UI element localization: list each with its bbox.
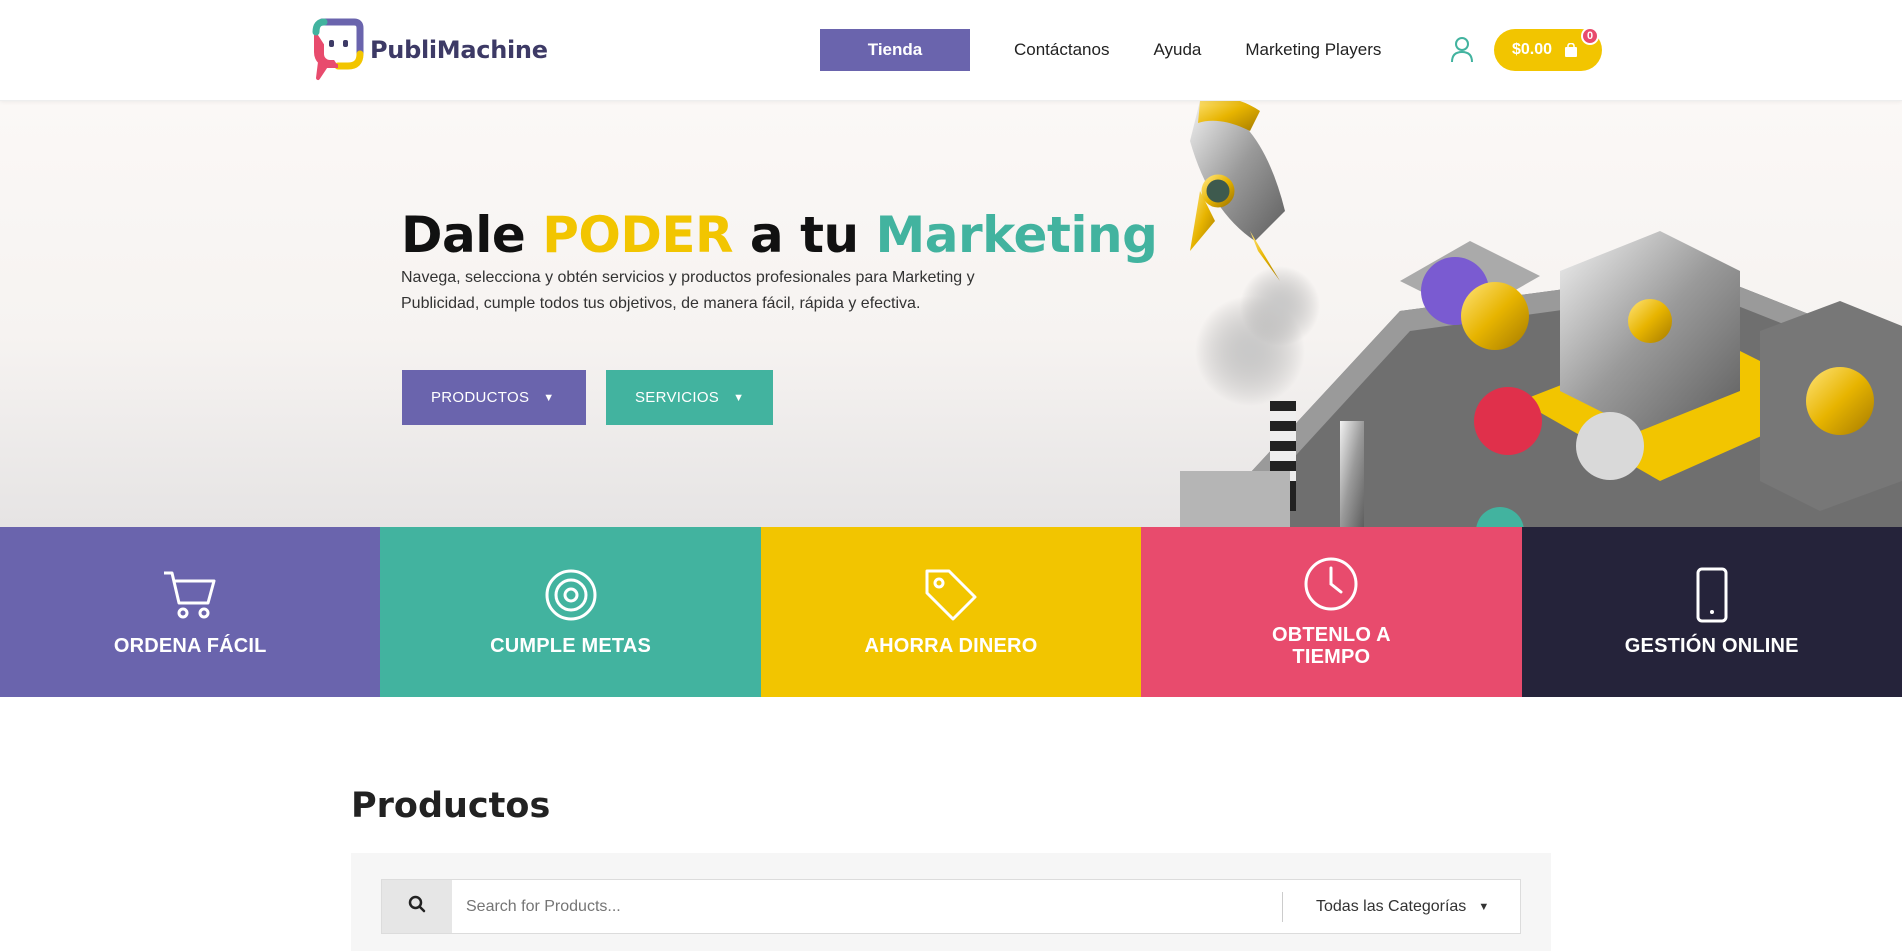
cart-icon	[162, 567, 218, 623]
nav-ayuda[interactable]: Ayuda	[1153, 29, 1201, 71]
feature-label: GESTIÓN ONLINE	[1624, 635, 1799, 657]
brand-name: PubliMachine	[370, 36, 548, 64]
product-search-box: Todas las Categorías▼	[381, 879, 1521, 934]
feature-ordena-facil: ORDENA FÁCIL	[0, 527, 381, 697]
cart-total: $0.00	[1512, 41, 1553, 58]
chevron-down-icon: ▼	[1478, 900, 1490, 913]
feature-label: CUMPLE METAS	[490, 635, 652, 657]
chevron-down-icon: ▼	[733, 391, 745, 404]
hero-section: Dale PODER a tu Marketing Navega, selecc…	[0, 101, 1902, 527]
category-select[interactable]: Todas las Categorías ▼	[1316, 880, 1489, 933]
hero-illustration	[1180, 101, 1902, 527]
phone-icon	[1684, 567, 1740, 623]
clock-icon	[1303, 556, 1359, 612]
hero-description: Navega, selecciona y obtén servicios y p…	[401, 269, 975, 312]
nav-contactanos[interactable]: Contáctanos	[1014, 29, 1109, 71]
tag-icon	[923, 567, 979, 623]
feature-label: ORDENA FÁCIL	[113, 635, 267, 657]
search-icon	[408, 895, 426, 918]
search-input[interactable]	[452, 880, 1282, 933]
nav-tienda-button[interactable]: Tienda	[820, 29, 970, 71]
divider	[1282, 892, 1283, 922]
feature-label: OBTENLO A TIEMPO	[1271, 624, 1391, 668]
feature-obtenlo-a-tiempo: OBTENLO A TIEMPO	[1141, 527, 1522, 697]
logo[interactable]: PubliMachine	[312, 18, 548, 82]
nav-marketing-players[interactable]: Marketing Players	[1245, 29, 1381, 71]
shopping-bag-icon	[1564, 42, 1578, 57]
products-title: Productos	[351, 786, 551, 826]
feature-ahorra-dinero: AHORRA DINERO	[760, 527, 1142, 697]
target-icon	[543, 567, 599, 623]
user-icon[interactable]	[1450, 36, 1474, 64]
main-nav: Tienda Contáctanos Ayuda Marketing Playe…	[820, 29, 1381, 71]
chevron-down-icon: ▼	[543, 391, 555, 404]
site-header: PubliMachine Tienda Contáctanos Ayuda Ma…	[0, 0, 1902, 101]
logo-icon	[312, 18, 364, 82]
productos-dropdown-button[interactable]: PRODUCTOS ▼	[402, 370, 586, 425]
cart-count-badge: 0	[1581, 27, 1599, 45]
search-button[interactable]	[382, 880, 452, 933]
feature-label: AHORRA DINERO	[864, 635, 1038, 657]
feature-cumple-metas: CUMPLE METAS	[380, 527, 761, 697]
feature-gestion-online: GESTIÓN ONLINE	[1521, 527, 1902, 697]
servicios-dropdown-button[interactable]: SERVICIOS ▼	[606, 370, 773, 425]
features-strip: ORDENA FÁCIL CUMPLE METAS AHORRA DINERO	[0, 527, 1902, 697]
hero-title: Dale PODER a tu Marketing	[401, 206, 1158, 264]
product-search-panel: Todas las Categorías▼	[351, 853, 1551, 951]
